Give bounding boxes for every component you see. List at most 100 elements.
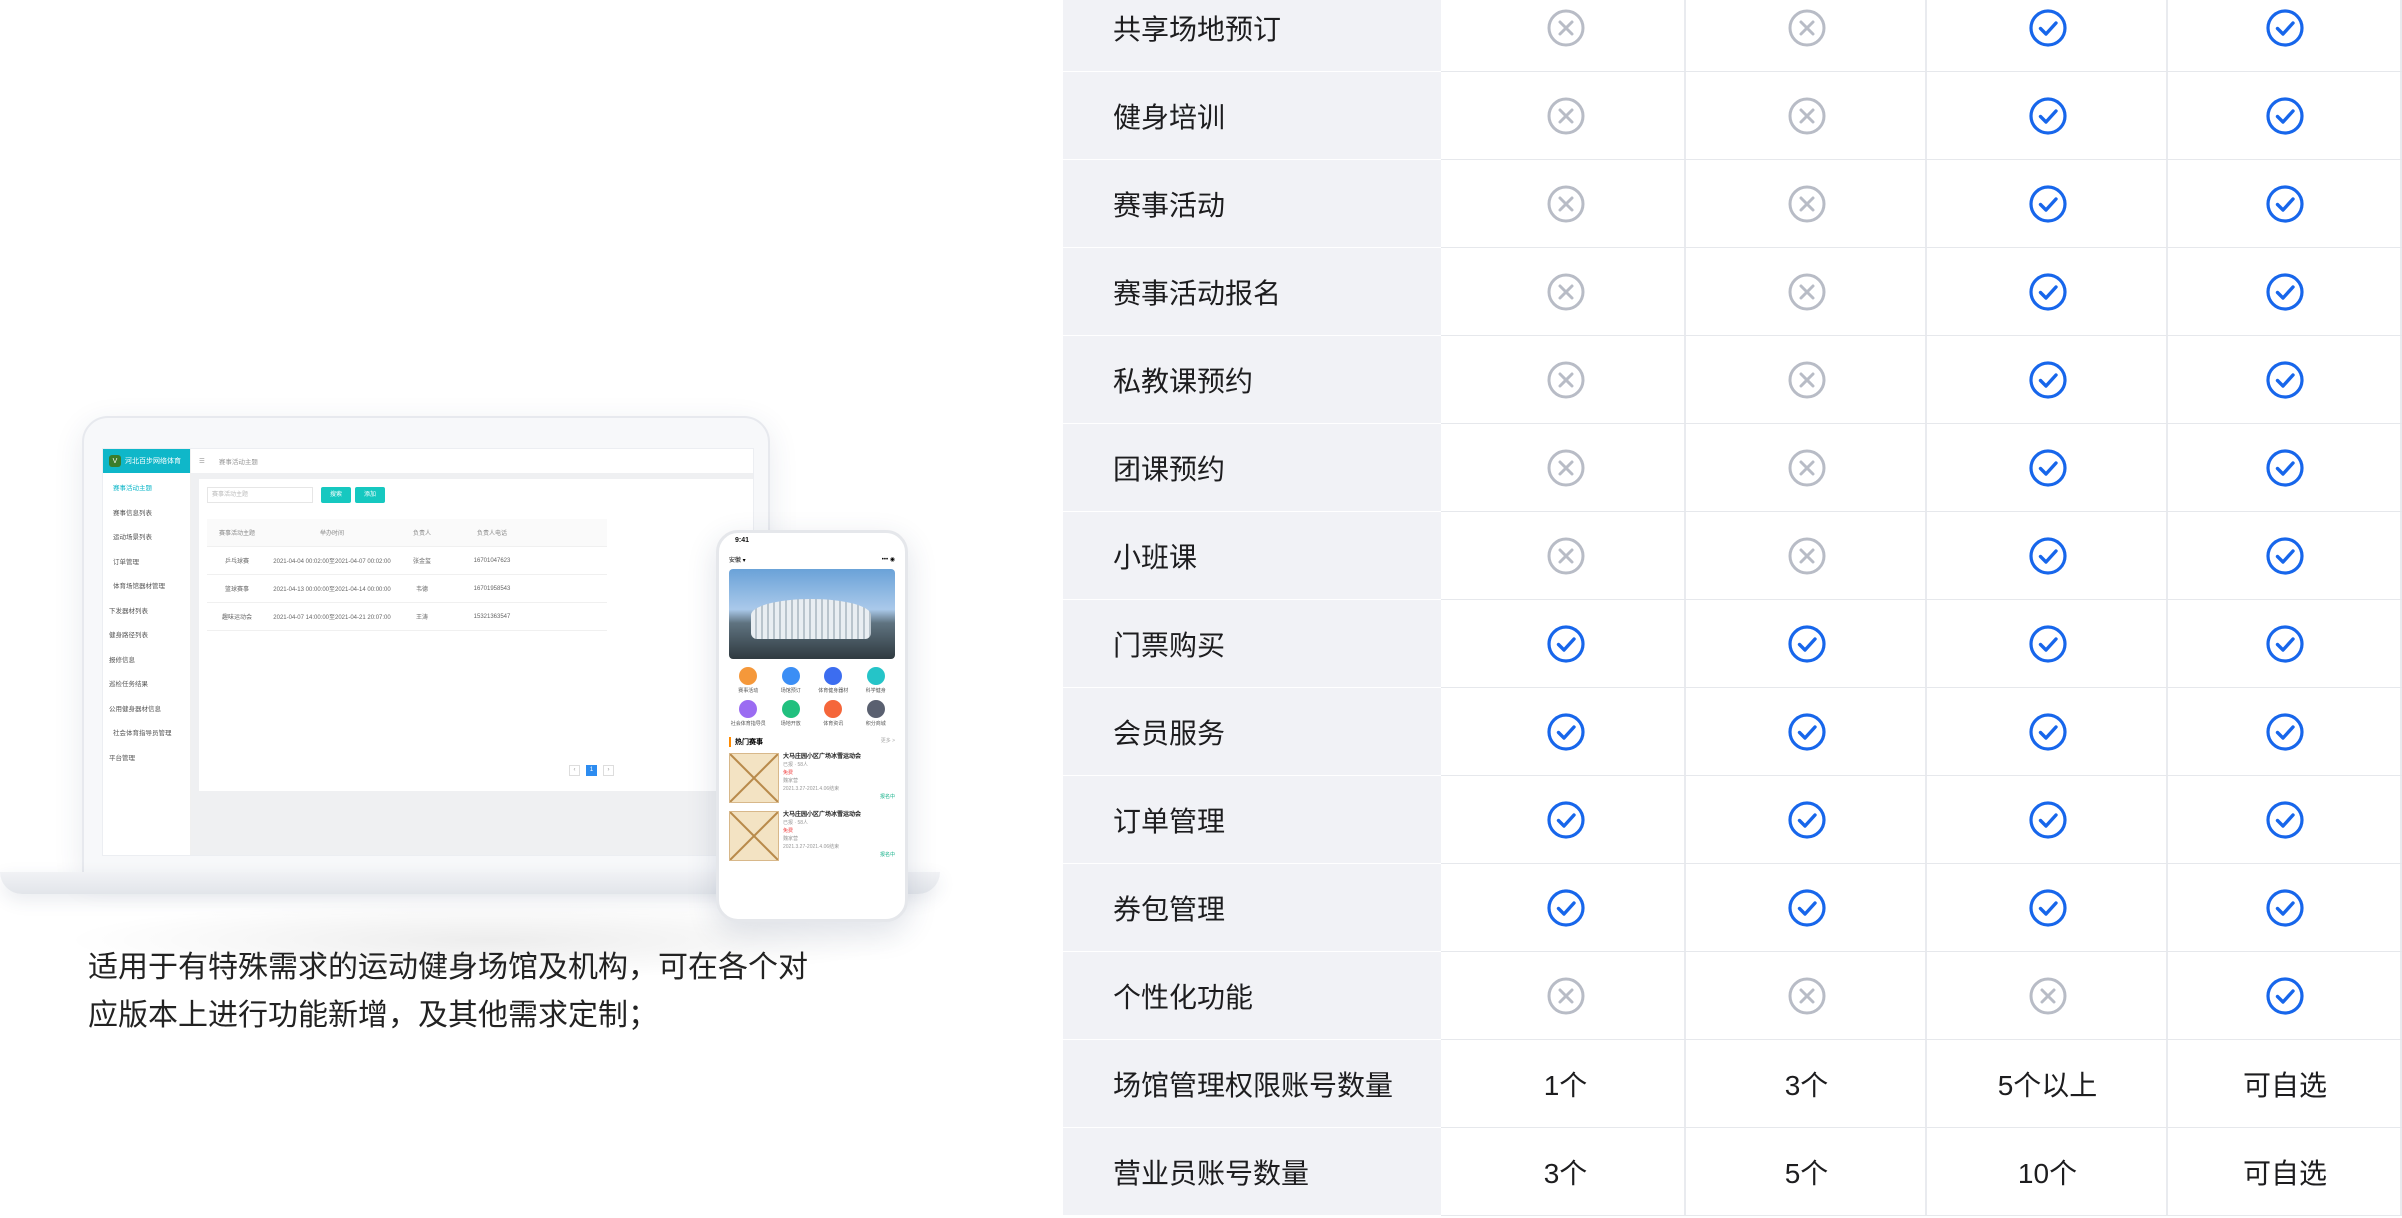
sidebar-item[interactable]: 下发器材列表: [103, 600, 190, 625]
check-circle-icon: [2170, 952, 2402, 1039]
cross-circle-icon: [1688, 512, 1927, 599]
check-circle-icon: [1688, 688, 1927, 775]
feature-name: 券包管理: [1063, 864, 1441, 951]
table-row[interactable]: 乒乓球赛 2021-04-04 00:02:00至2021-04-07 00:02…: [207, 547, 607, 575]
event-sub: 已报 · 58人: [783, 820, 809, 826]
check-circle-icon: [1447, 864, 1686, 951]
sidebar-item[interactable]: 健身路径列表: [103, 624, 190, 649]
feature-comparison-table: 共享场地预订 健身培训 赛事活动 赛事活动报名 私教课预约 团课预约 小班课 门票购买 会员服务…: [1063, 0, 2402, 1218]
check-circle-icon: [1929, 160, 2168, 247]
feature-value: 可自选: [2170, 1040, 2402, 1127]
nav-grid-item[interactable]: 科学健身: [855, 667, 898, 694]
nav-grid-icon: [739, 700, 758, 718]
event-sub: 已报 · 58人: [783, 762, 809, 768]
nav-grid-item[interactable]: 场馆预订: [770, 667, 813, 694]
pagination: ‹ 1 ›: [569, 765, 614, 776]
event-status[interactable]: 报名中: [880, 793, 895, 801]
table-header-row: 赛事活动主题 举办时间 负责人 负责人电话: [207, 519, 607, 547]
event-card[interactable]: 大马庄园小区广场冰雪运动会 已报 · 58人 免费 魏家营 2021.3.27-2021…: [729, 811, 895, 863]
check-circle-icon: [2170, 336, 2402, 423]
search-button[interactable]: 搜索: [321, 487, 351, 503]
sidebar-item[interactable]: 平台管理: [103, 747, 190, 772]
feature-row: 个性化功能: [1063, 952, 2402, 1040]
sidebar-item[interactable]: 赛事活动主题: [103, 477, 190, 502]
check-circle-icon: [1929, 688, 2168, 775]
product-description: 适用于有特殊需求的运动健身场馆及机构，可在各个对应版本上进行功能新增，及其他需求…: [88, 951, 808, 1032]
event-date: 2021.3.27-2021.4.06结束: [783, 844, 840, 850]
sidebar-item[interactable]: 订单管理: [103, 551, 190, 576]
admin-table: 赛事活动主题 举办时间 负责人 负责人电话 乒乓球赛 2021-04-04 00:02:0…: [207, 519, 607, 631]
cross-circle-icon: [1688, 952, 1927, 1039]
sidebar-item[interactable]: 巡检任务结果: [103, 673, 190, 698]
menu-toggle-icon[interactable]: ☰: [199, 457, 205, 465]
feature-value: 5个以上: [1929, 1040, 2168, 1127]
feature-name: 门票购买: [1063, 600, 1441, 687]
feature-name: 场馆管理权限账号数量: [1063, 1040, 1441, 1127]
feature-name: 小班课: [1063, 512, 1441, 599]
sidebar-item[interactable]: 赛事信息列表: [103, 502, 190, 527]
table-row[interactable]: 趣味运动会 2021-04-07 14:00:00至2021-04-21 20:0…: [207, 603, 607, 631]
nav-grid-item[interactable]: 场地开放: [770, 700, 813, 727]
page-number[interactable]: 1: [586, 765, 597, 776]
add-button[interactable]: 添加: [355, 487, 385, 503]
feature-row: 订单管理: [1063, 776, 2402, 864]
table-row[interactable]: 篮球赛事 2021-04-13 00:00:00至2021-04-14 00:00…: [207, 575, 607, 603]
feature-row: 场馆管理权限账号数量 1个 3个 5个以上 可自选: [1063, 1040, 2402, 1128]
check-circle-icon: [1688, 864, 1927, 951]
event-card[interactable]: 大马庄园小区广场冰雪运动会 已报 · 58人 免费 魏家营 2021.3.27-2021…: [729, 753, 895, 805]
check-circle-icon: [2170, 512, 2402, 599]
feature-value: 1个: [1447, 1040, 1686, 1127]
nav-grid-item[interactable]: 赛事活动: [727, 667, 770, 694]
admin-sidebar: V 河北百步网络体育 赛事活动主题 赛事信息列表 运动场景列表 订单管理 体育场馆器材管…: [103, 449, 191, 855]
column-header: 举办时间: [319, 531, 344, 537]
check-circle-icon: [1688, 776, 1927, 863]
location-select[interactable]: 安徽 ▾: [729, 555, 746, 564]
feature-name: 订单管理: [1063, 776, 1441, 863]
feature-row: 私教课预约: [1063, 336, 2402, 424]
nav-grid-item[interactable]: 体育健身器材: [812, 667, 855, 694]
sidebar-item[interactable]: 社会体育指导员管理: [103, 722, 190, 747]
feature-row: 团课预约: [1063, 424, 2402, 512]
next-page-button[interactable]: ›: [603, 765, 614, 776]
sidebar-item[interactable]: 公用健身器材信息: [103, 698, 190, 723]
admin-logo: V 河北百步网络体育: [103, 449, 190, 473]
table-cell: 2021-04-04 00:02:00至2021-04-07 00:02:00: [273, 559, 391, 565]
sidebar-item[interactable]: 运动场景列表: [103, 526, 190, 551]
table-cell: 篮球赛事: [224, 587, 249, 593]
logo-icon: V: [109, 455, 121, 467]
feature-row: 券包管理: [1063, 864, 2402, 952]
capsule-menu-icon[interactable]: ••• ◉: [882, 556, 895, 563]
cross-circle-icon: [1929, 952, 2168, 1039]
check-circle-icon: [1447, 776, 1686, 863]
feature-name: 赛事活动: [1063, 160, 1441, 247]
search-input[interactable]: 赛事活动主题: [207, 487, 313, 503]
nav-grid-icon: [781, 700, 800, 718]
sidebar-item[interactable]: 体育场馆器材管理: [103, 575, 190, 600]
column-header: 负责人: [412, 531, 431, 537]
nav-grid-item[interactable]: 积分商城: [855, 700, 898, 727]
table-cell: 王涛: [415, 615, 428, 621]
event-status[interactable]: 报名中: [880, 851, 895, 859]
feature-value: 5个: [1688, 1128, 1927, 1215]
feature-row: 门票购买: [1063, 600, 2402, 688]
admin-topbar: ☰ 赛事活动主题: [191, 449, 753, 473]
check-circle-icon: [2170, 72, 2402, 159]
admin-menu: 赛事活动主题 赛事信息列表 运动场景列表 订单管理 体育场馆器材管理 下发器材列表 健身路径…: [103, 473, 190, 771]
check-circle-icon: [1447, 600, 1686, 687]
column-header: 负责人电话: [476, 531, 507, 537]
check-circle-icon: [2170, 776, 2402, 863]
nav-grid-item[interactable]: 体育资讯: [812, 700, 855, 727]
nav-grid-icon: [824, 667, 843, 685]
table-cell: 2021-04-13 00:00:00至2021-04-14 00:00:00: [273, 587, 391, 593]
phone-topbar: 安徽 ▾ ••• ◉: [719, 551, 905, 567]
more-link[interactable]: 更多 >: [881, 737, 895, 747]
prev-page-button[interactable]: ‹: [569, 765, 580, 776]
cross-circle-icon: [1447, 512, 1686, 599]
check-circle-icon: [2170, 0, 2402, 71]
table-cell: 2021-04-07 14:00:00至2021-04-21 20:07:00: [273, 615, 391, 621]
cross-circle-icon: [1447, 248, 1686, 335]
event-organizer: 魏家营: [783, 836, 799, 842]
hero-banner[interactable]: [729, 569, 895, 659]
nav-grid-item[interactable]: 社会体育指导员: [727, 700, 770, 727]
sidebar-item[interactable]: 报修信息: [103, 649, 190, 674]
